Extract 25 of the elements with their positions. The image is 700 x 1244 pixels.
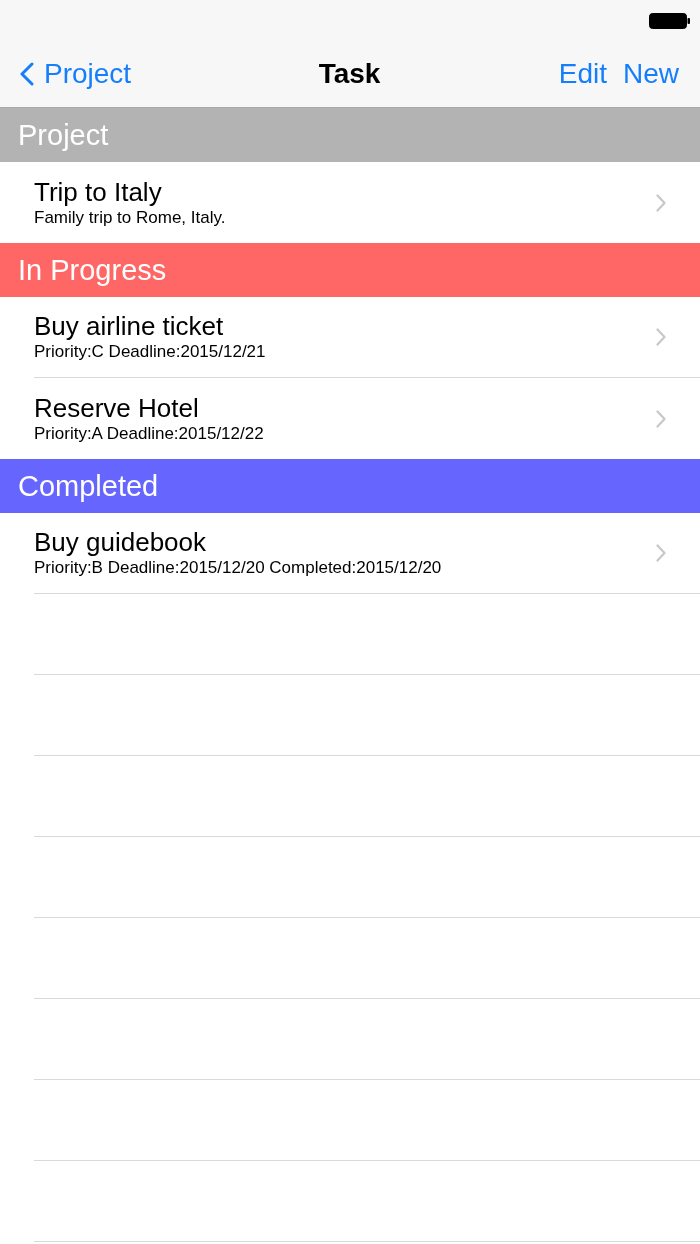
task-row[interactable]: Trip to Italy Family trip to Rome, Italy. [34, 162, 700, 243]
back-button[interactable]: Project [20, 57, 132, 90]
section-header: Completed [0, 459, 700, 513]
row-title: Buy guidebook [34, 527, 208, 557]
task-row[interactable]: Buy guidebook Priority:B Deadline:2015/12/20 Completed:2015/12/20 [34, 513, 700, 594]
section-header: Project [0, 108, 700, 162]
row-title: Trip to Italy [34, 176, 163, 207]
task-row[interactable]: Buy airline ticket Priority:C Deadline:2015/12/21 [34, 297, 700, 378]
chevron-icon [656, 328, 666, 346]
section-header: In Progress [0, 243, 700, 297]
row-subtitle: Priority:A Deadline:2015/12/22 [34, 422, 265, 445]
row-subtitle: Priority:C Deadline:2015/12/21 [34, 341, 267, 363]
row-title: Reserve Hotel [34, 392, 200, 423]
chevron-left-icon [20, 61, 34, 86]
row-subtitle: Family trip to Rome, Italy. [34, 206, 227, 229]
nav-action-button[interactable]: New [623, 57, 679, 90]
chevron-icon [656, 544, 666, 562]
chevron-icon [656, 193, 666, 212]
battery-icon [649, 13, 691, 29]
nav-title: Task [318, 57, 381, 90]
chevron-icon [656, 409, 666, 428]
row-subtitle: Priority:B Deadline:2015/12/20 Completed:2015/12/20 [34, 557, 443, 579]
row-title: Buy airline ticket [34, 311, 225, 341]
task-row[interactable]: Reserve Hotel Priority:A Deadline:2015/12/22 [34, 378, 700, 459]
nav-action-button[interactable]: Edit [558, 57, 607, 90]
